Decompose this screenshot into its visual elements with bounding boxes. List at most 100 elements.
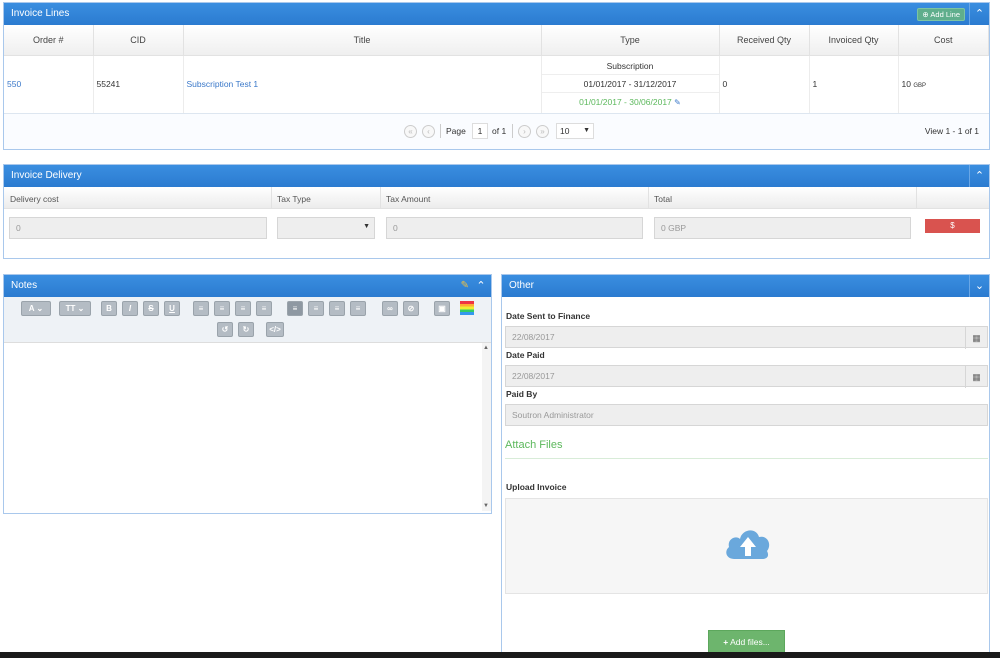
bold-label: B [106, 304, 112, 313]
page-label: Page [446, 126, 466, 136]
strikethrough-button[interactable]: S [143, 301, 159, 316]
link-button[interactable]: ∞ [382, 301, 398, 316]
tax-type-label: Tax Type [277, 194, 311, 204]
pencil-icon[interactable]: ✎ [674, 98, 681, 107]
indent-icon: ≡ [261, 304, 267, 313]
prev-page-button[interactable]: ‹ [422, 125, 435, 138]
caret-down-icon: ▼ [583, 127, 590, 134]
underline-button[interactable]: U [164, 301, 180, 316]
collapse-invoice-lines-button[interactable]: ⌃ [969, 3, 989, 25]
invoice-delivery-title: Invoice Delivery [11, 170, 82, 181]
collapse-delivery-button[interactable]: ⌃ [969, 165, 989, 187]
page-size-select[interactable]: 10 ▼ [556, 123, 594, 139]
page-number-input[interactable]: 1 [472, 123, 488, 139]
font-size-label: T [65, 304, 71, 313]
recalculate-button[interactable]: $ [925, 219, 980, 233]
align-right-icon: ≡ [334, 304, 340, 313]
image-button[interactable]: ▣ [434, 301, 450, 316]
underline-label: U [169, 304, 175, 313]
collapse-other-button[interactable]: ⌄ [969, 275, 989, 297]
align-center-icon: ≡ [313, 304, 319, 313]
undo-button[interactable]: ↺ [217, 322, 233, 337]
first-page-button[interactable]: « [404, 125, 417, 138]
col-order[interactable]: Order # [4, 25, 94, 56]
strike-label: S [148, 304, 154, 313]
justify-icon: ≡ [355, 304, 361, 313]
editor-scrollbar[interactable]: ▲ ▼ [482, 343, 491, 511]
last-page-button[interactable]: » [536, 125, 549, 138]
period-secondary-row: 01/01/2017 - 30/06/2017 ✎ [542, 93, 719, 111]
add-line-label: Add Line [930, 10, 960, 19]
col-received-qty[interactable]: Received Qty [719, 25, 810, 56]
chevron-up-icon: ⌃ [974, 8, 985, 20]
align-left-button[interactable]: ≡ [287, 301, 303, 316]
date-paid-input[interactable]: 22/08/2017 ▦ [505, 365, 988, 388]
numbered-list-button[interactable]: ≡ [214, 301, 230, 316]
delivery-cost-input[interactable]: 0 [9, 217, 267, 239]
col-cid[interactable]: CID [93, 25, 184, 56]
tax-type-select[interactable]: ▼ [277, 217, 375, 239]
notes-title: Notes [11, 280, 38, 291]
bold-button[interactable]: B [101, 301, 117, 316]
align-right-button[interactable]: ≡ [329, 301, 345, 316]
color-palette-icon[interactable] [460, 301, 474, 315]
font-size-button[interactable]: TT ⌄ [59, 301, 91, 316]
table-row: 550 55241 Subscription Test 1 Subscripti… [4, 55, 989, 113]
tax-amount-label: Tax Amount [386, 194, 431, 204]
col-invoiced-qty[interactable]: Invoiced Qty [809, 25, 899, 56]
notes-editor[interactable]: ▲ ▼ [4, 343, 491, 511]
add-line-button[interactable]: ⊕ Add Line [917, 8, 965, 21]
title-link[interactable]: Subscription Test 1 [187, 79, 259, 89]
bullet-list-button[interactable]: ≡ [193, 301, 209, 316]
paid-by-label: Paid By [506, 389, 538, 399]
plus-circle-icon: ⊕ [922, 10, 929, 19]
received-qty-cell: 0 [719, 55, 810, 113]
paid-by-input[interactable]: Soutron Administrator [505, 404, 988, 426]
dollar-icon: $ [950, 221, 955, 230]
date-sent-input[interactable]: 22/08/2017 ▦ [505, 326, 988, 349]
add-files-button[interactable]: + Add files... [708, 630, 785, 654]
col-type[interactable]: Type [541, 25, 720, 56]
col-title[interactable]: Title [183, 25, 542, 56]
next-page-button[interactable]: › [518, 125, 531, 138]
source-code-button[interactable]: </> [266, 322, 284, 337]
order-link[interactable]: 550 [7, 79, 21, 89]
col-cost[interactable]: Cost [898, 25, 989, 56]
date-paid-value: 22/08/2017 [512, 371, 555, 381]
chevron-down-icon: ⌄ [974, 280, 985, 292]
upload-dropzone[interactable] [505, 498, 988, 594]
font-color-label: A [28, 304, 35, 313]
font-color-button[interactable]: A ⌄ [21, 301, 51, 316]
calendar-icon[interactable]: ▦ [965, 366, 987, 388]
col-divider [380, 187, 381, 209]
attach-files-text: Attach Files [505, 439, 563, 451]
italic-label: I [128, 304, 132, 313]
page-number-value: 1 [477, 126, 483, 136]
outdent-button[interactable]: ≡ [235, 301, 251, 316]
justify-button[interactable]: ≡ [350, 301, 366, 316]
total-input: 0 GBP [654, 217, 911, 239]
align-center-button[interactable]: ≡ [308, 301, 324, 316]
redo-button[interactable]: ↻ [238, 322, 254, 337]
calendar-icon[interactable]: ▦ [965, 327, 987, 349]
pager-divider-2 [512, 124, 513, 138]
pager-divider [440, 124, 441, 138]
bullet-list-icon: ≡ [198, 304, 204, 313]
notes-header: Notes ✎ ⌃ [4, 275, 491, 297]
cloud-upload-icon [726, 530, 770, 559]
invoice-lines-header: Invoice Lines ⊕ Add Line ⌃ [4, 3, 989, 25]
pencil-icon[interactable]: ✎ [461, 275, 469, 297]
cost-currency: GBP [913, 83, 927, 90]
tax-amount-input[interactable]: 0 [386, 217, 643, 239]
unlink-button[interactable]: ⊘ [403, 301, 419, 316]
collapse-notes-button[interactable]: ⌃ [471, 275, 491, 297]
scroll-down-icon: ▼ [483, 503, 489, 509]
italic-button[interactable]: I [122, 301, 138, 316]
period-secondary: 01/01/2017 - 30/06/2017 [579, 97, 672, 108]
indent-button[interactable]: ≡ [256, 301, 272, 316]
redo-icon: ↻ [242, 325, 250, 334]
plus-icon: + [723, 637, 729, 647]
upload-invoice-label: Upload Invoice [506, 482, 567, 492]
table-header-row: Order # CID Title Type Received Qty Invo… [4, 25, 989, 56]
col-divider [648, 187, 649, 209]
